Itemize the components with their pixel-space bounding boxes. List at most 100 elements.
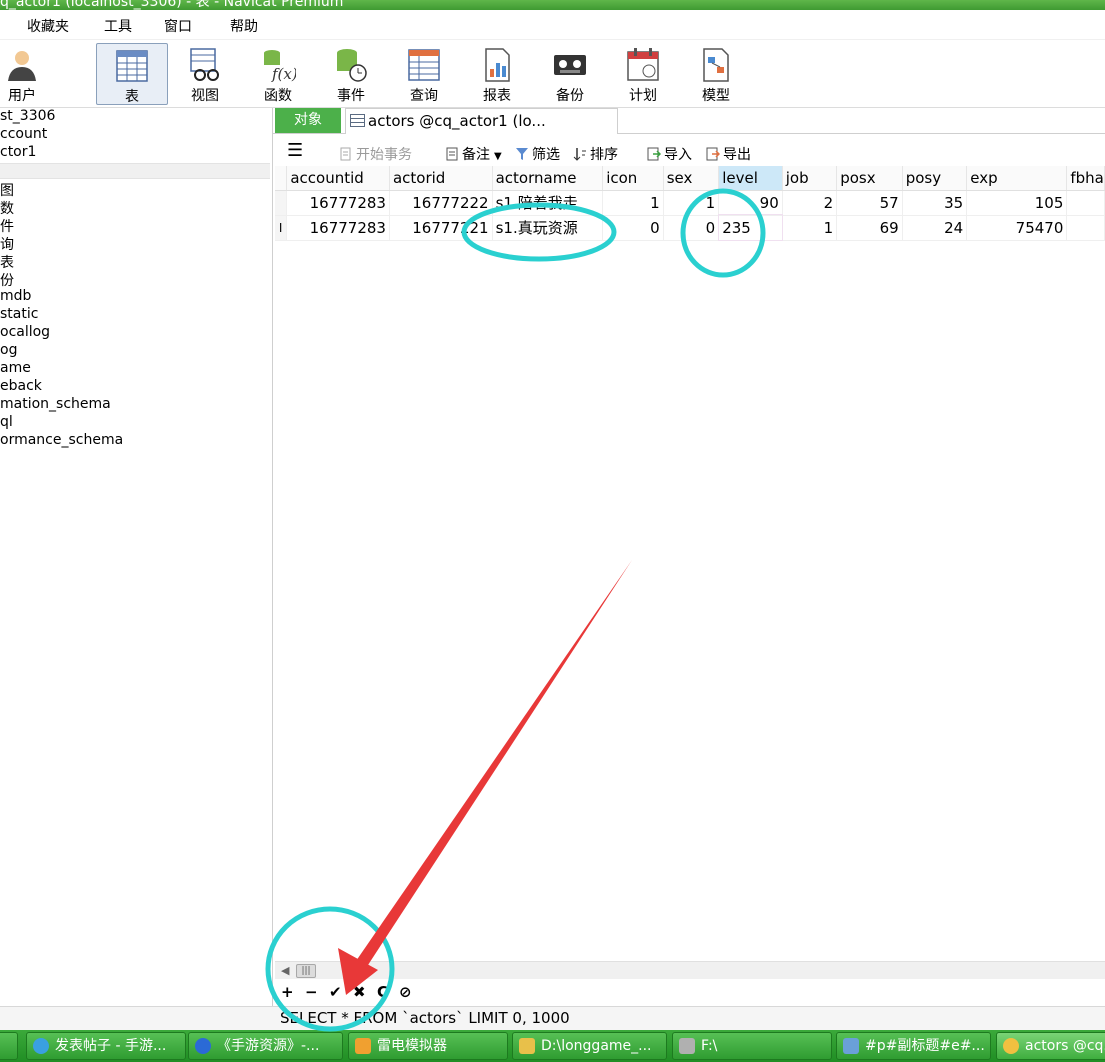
delete-record-button[interactable]: −	[305, 983, 318, 1001]
tab-actors-table[interactable]: actors @cq_actor1 (lo...	[345, 108, 618, 134]
cell[interactable]: s1.真玩资源	[492, 215, 604, 241]
column-header[interactable]: icon	[602, 166, 664, 191]
table-icon	[350, 114, 365, 127]
table-row[interactable]: 16777283 16777222 s1.陪着我走 1 1 90 2 57 35…	[275, 190, 1105, 216]
cell[interactable]: 16777283	[286, 190, 390, 216]
toolbar-function-button[interactable]: f(x) 函数	[242, 43, 314, 105]
tree-item[interactable]: 图	[0, 180, 14, 200]
menu-tools[interactable]: 工具	[104, 16, 132, 36]
toolbar-query-button[interactable]: 查询	[388, 43, 460, 105]
column-header[interactable]: exp	[966, 166, 1068, 191]
refresh-button[interactable]: C	[377, 983, 388, 1001]
column-header[interactable]: posx	[836, 166, 903, 191]
cell[interactable]: 90	[718, 190, 783, 216]
cell[interactable]: 16777221	[389, 215, 493, 241]
tree-item[interactable]: 数	[0, 198, 14, 218]
toolbar-view-button[interactable]: 视图	[169, 43, 241, 105]
tree-item[interactable]: 表	[0, 252, 14, 272]
cell[interactable]: 0	[663, 215, 720, 241]
taskbar-item[interactable]: 《手游资源》-...	[188, 1032, 343, 1060]
column-header[interactable]: sex	[663, 166, 720, 191]
import-button[interactable]: 导入	[647, 144, 692, 164]
tree-item[interactable]: 询	[0, 234, 14, 254]
start-button[interactable]	[0, 1032, 18, 1060]
taskbar-item[interactable]: D:\longgame_...	[512, 1032, 667, 1060]
column-header[interactable]: accountid	[286, 166, 390, 191]
scroll-left-icon[interactable]: ◀	[281, 964, 289, 977]
cell[interactable]: 105	[966, 190, 1068, 216]
tab-objects[interactable]: 对象	[275, 108, 341, 133]
column-header-selected[interactable]: level	[718, 166, 783, 191]
row-marker[interactable]: I	[275, 215, 288, 241]
cell[interactable]	[1066, 215, 1105, 241]
tree-item[interactable]: ql	[0, 414, 13, 430]
tree-item[interactable]: static	[0, 306, 38, 322]
cell[interactable]: 1	[663, 190, 720, 216]
tree-item[interactable]: eback	[0, 378, 42, 394]
taskbar-item[interactable]: F:\	[672, 1032, 832, 1060]
cell[interactable]: 75470	[966, 215, 1068, 241]
add-record-button[interactable]: +	[281, 983, 294, 1001]
toolbar-event-button[interactable]: 事件	[315, 43, 387, 105]
cell[interactable]: s1.陪着我走	[492, 190, 604, 216]
cell[interactable]: 69	[836, 215, 903, 241]
toolbar-schedule-button[interactable]: 计划	[607, 43, 679, 105]
stop-button[interactable]: ⊘	[399, 983, 412, 1001]
menu-window[interactable]: 窗口	[164, 16, 192, 36]
taskbar-item[interactable]: 雷电模拟器	[348, 1032, 508, 1060]
row-marker[interactable]	[275, 190, 288, 216]
taskbar-item[interactable]: #p#副标题#e#...	[836, 1032, 991, 1060]
window-title: q_actor1 (localhost_3306) - 表 - Navicat …	[0, 0, 344, 10]
sql-statement: SELECT * FROM `actors` LIMIT 0, 1000	[280, 1009, 570, 1027]
cell[interactable]: 35	[902, 190, 968, 216]
toolbar-user-button[interactable]: 用户	[0, 43, 58, 105]
menu-help[interactable]: 帮助	[230, 16, 258, 36]
begin-transaction-button[interactable]: 开始事务	[339, 144, 412, 164]
editing-cell-level[interactable]: 235	[717, 214, 784, 241]
note-button[interactable]: 备注 ▼	[445, 144, 502, 164]
taskbar-item-active[interactable]: actors @cq...	[996, 1032, 1105, 1060]
toolbar-backup-button[interactable]: 备份	[534, 43, 606, 105]
toolbar-report-button[interactable]: 报表	[461, 43, 533, 105]
export-button[interactable]: 导出	[706, 144, 751, 164]
cell[interactable]: 0	[602, 215, 664, 241]
tree-item[interactable]: ocallog	[0, 324, 50, 340]
tree-item[interactable]: mdb	[0, 288, 31, 304]
column-header[interactable]: job	[782, 166, 838, 191]
column-header[interactable]: fbha	[1066, 166, 1105, 191]
cell[interactable]: 1	[782, 215, 838, 241]
filter-button[interactable]: 筛选	[515, 144, 560, 164]
discard-changes-button[interactable]: ✖	[353, 983, 366, 1001]
cell[interactable]: 16777222	[389, 190, 493, 216]
table-row[interactable]: I 16777283 16777221 s1.真玩资源 0 0 235 1 69…	[275, 214, 1105, 241]
horizontal-scrollbar[interactable]: ◀ |||	[275, 961, 1105, 979]
column-header[interactable]: posy	[902, 166, 968, 191]
tree-item[interactable]: ormance_schema	[0, 432, 123, 448]
tree-item-database[interactable]: ctor1	[0, 144, 36, 160]
tree-item[interactable]: og	[0, 342, 17, 358]
scrollbar-thumb[interactable]: |||	[296, 964, 316, 978]
cell[interactable]: 1	[602, 190, 664, 216]
sort-button[interactable]: 排序	[573, 144, 618, 164]
cell[interactable]: 24	[902, 215, 968, 241]
apply-changes-button[interactable]: ✔	[329, 983, 342, 1001]
column-header[interactable]: actorid	[389, 166, 493, 191]
cell[interactable]: 16777283	[286, 215, 390, 241]
drive-icon	[679, 1038, 695, 1054]
tree-item[interactable]: 份	[0, 270, 14, 290]
tree-item[interactable]: ame	[0, 360, 31, 376]
cell[interactable]: 57	[836, 190, 903, 216]
taskbar-item[interactable]: 发表帖子 - 手游...	[26, 1032, 186, 1060]
menu-favorites[interactable]: 收藏夹	[27, 16, 69, 36]
toolbar-table-button[interactable]: 表	[96, 43, 168, 105]
tree-item[interactable]: mation_schema	[0, 396, 111, 412]
svg-text:f(x): f(x)	[271, 65, 296, 83]
hamburger-menu-icon[interactable]: ☰	[287, 140, 303, 161]
cell[interactable]: 2	[782, 190, 838, 216]
cell[interactable]	[1066, 190, 1105, 216]
tree-item-database[interactable]: ccount	[0, 126, 47, 142]
toolbar-model-button[interactable]: 模型	[680, 43, 752, 105]
tree-item[interactable]: 件	[0, 216, 14, 236]
tree-item-connection[interactable]: st_3306	[0, 108, 55, 124]
column-header[interactable]: actorname	[492, 166, 604, 191]
